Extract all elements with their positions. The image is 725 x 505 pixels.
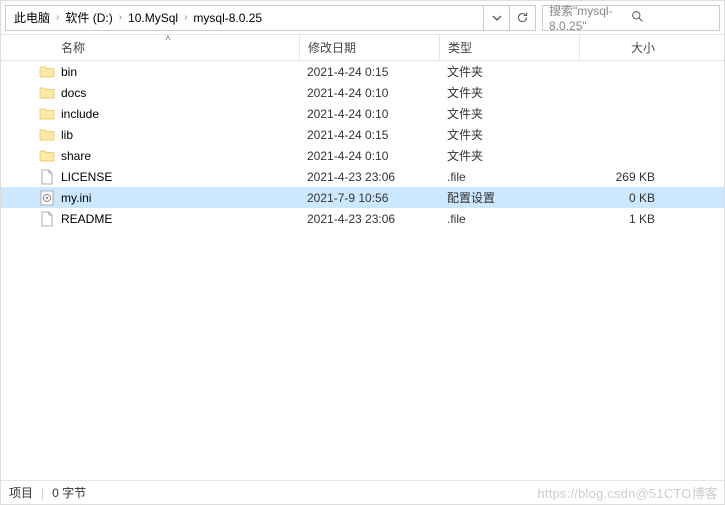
file-icon <box>39 169 55 185</box>
status-bar: 项目 | 0 字节 <box>1 480 724 504</box>
status-items: 项目 <box>9 484 33 501</box>
refresh-button[interactable] <box>510 5 536 31</box>
address-bar: 此电脑 › 软件 (D:) › 10.MySql › mysql-8.0.25 … <box>1 1 724 35</box>
column-headers: ˄ 名称 修改日期 类型 大小 <box>1 35 724 61</box>
file-type: 文件夹 <box>439 126 579 143</box>
file-row[interactable]: bin 2021-4-24 0:15文件夹 <box>1 61 724 82</box>
file-type: .file <box>439 170 579 184</box>
file-date: 2021-4-24 0:10 <box>299 107 439 121</box>
status-selection: 0 字节 <box>52 484 86 501</box>
folder-icon <box>39 64 55 80</box>
file-icon <box>39 211 55 227</box>
ini-file-icon <box>39 190 55 206</box>
select-all-checkbox[interactable] <box>19 41 37 54</box>
file-name: my.ini <box>61 191 91 205</box>
sort-asc-icon: ˄ <box>165 33 170 43</box>
column-header-date[interactable]: 修改日期 <box>299 35 439 60</box>
file-type: 文件夹 <box>439 84 579 101</box>
breadcrumb-item[interactable]: 软件 (D:) <box>61 7 116 28</box>
chevron-right-icon[interactable]: › <box>117 12 124 23</box>
file-row[interactable]: docs 2021-4-24 0:10文件夹 <box>1 82 724 103</box>
file-size: 269 KB <box>579 170 679 184</box>
file-type: 文件夹 <box>439 63 579 80</box>
file-list: bin2021-4-24 0:15文件夹docs2021-4-24 0:10文件… <box>1 61 724 229</box>
breadcrumb-item[interactable]: 此电脑 <box>10 7 54 28</box>
file-name: share <box>61 149 91 163</box>
file-row[interactable]: lib 2021-4-24 0:15文件夹 <box>1 124 724 145</box>
search-input[interactable]: 搜索"mysql-8.0.25" <box>542 5 720 31</box>
file-row[interactable]: README 2021-4-23 23:06.file1 KB <box>1 208 724 229</box>
chevron-right-icon[interactable]: › <box>54 12 61 23</box>
file-date: 2021-7-9 10:56 <box>299 191 439 205</box>
file-type: 文件夹 <box>439 147 579 164</box>
folder-icon <box>39 127 55 143</box>
breadcrumb-item[interactable]: 10.MySql <box>124 9 182 27</box>
file-date: 2021-4-24 0:15 <box>299 65 439 79</box>
file-type: .file <box>439 212 579 226</box>
column-header-type[interactable]: 类型 <box>439 35 579 60</box>
file-name: include <box>61 107 99 121</box>
file-row[interactable]: my.ini 2021-7-9 10:56配置设置0 KB <box>1 187 724 208</box>
file-row[interactable]: include 2021-4-24 0:10文件夹 <box>1 103 724 124</box>
column-header-size[interactable]: 大小 <box>579 35 679 60</box>
file-row[interactable]: LICENSE 2021-4-23 23:06.file269 KB <box>1 166 724 187</box>
file-name: lib <box>61 128 73 142</box>
file-row[interactable]: share 2021-4-24 0:10文件夹 <box>1 145 724 166</box>
file-name: README <box>61 212 112 226</box>
folder-icon <box>39 148 55 164</box>
history-dropdown-button[interactable] <box>484 5 510 31</box>
search-icon[interactable] <box>631 10 713 26</box>
file-name: bin <box>61 65 77 79</box>
breadcrumb-item[interactable]: mysql-8.0.25 <box>189 9 266 27</box>
breadcrumb[interactable]: 此电脑 › 软件 (D:) › 10.MySql › mysql-8.0.25 <box>5 5 484 31</box>
chevron-right-icon[interactable]: › <box>182 12 189 23</box>
file-name: LICENSE <box>61 170 112 184</box>
file-type: 配置设置 <box>439 189 579 206</box>
file-date: 2021-4-24 0:10 <box>299 86 439 100</box>
file-date: 2021-4-24 0:15 <box>299 128 439 142</box>
file-date: 2021-4-23 23:06 <box>299 212 439 226</box>
search-placeholder: 搜索"mysql-8.0.25" <box>549 2 631 33</box>
file-size: 0 KB <box>579 191 679 205</box>
file-date: 2021-4-23 23:06 <box>299 170 439 184</box>
column-header-name[interactable]: ˄ 名称 <box>37 35 299 60</box>
file-date: 2021-4-24 0:10 <box>299 149 439 163</box>
file-type: 文件夹 <box>439 105 579 122</box>
folder-icon <box>39 85 55 101</box>
file-size: 1 KB <box>579 212 679 226</box>
folder-icon <box>39 106 55 122</box>
file-name: docs <box>61 86 86 100</box>
